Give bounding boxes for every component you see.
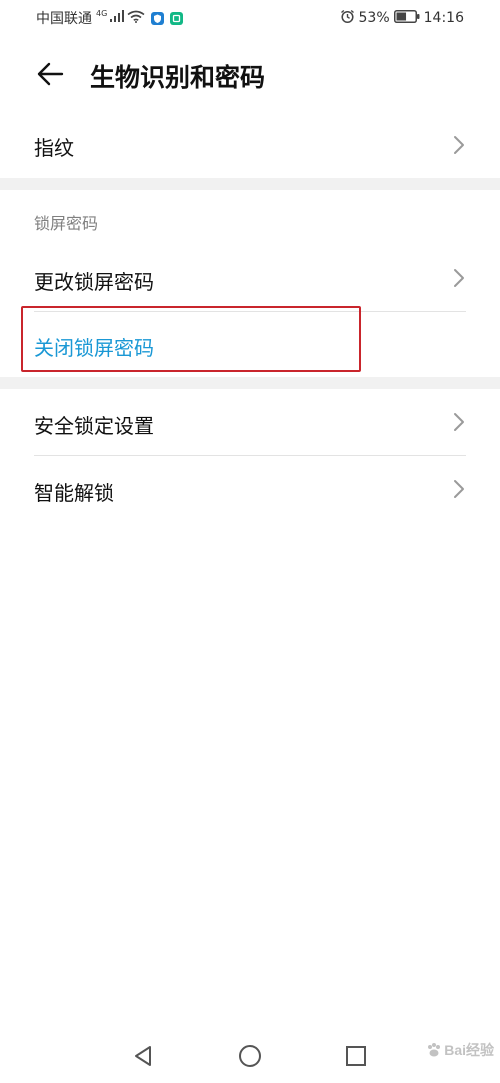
page-title: 生物识别和密码 [90,63,266,92]
shield-app-icon [151,11,165,25]
carrier-name: 中国联通 [36,11,92,27]
chevron-right-icon [454,269,464,287]
section-divider [0,377,500,389]
list-item-smart-unlock[interactable]: 智能解锁 [0,456,500,522]
battery-icon [393,9,420,27]
status-right: 53% 14:16 [340,8,464,28]
list-item-label: 更改锁屏密码 [34,270,154,294]
chevron-right-icon [454,136,464,154]
list-item-security-lock-settings[interactable]: 安全锁定设置 [0,389,500,455]
list-item-label: 指纹 [34,136,74,160]
watermark: Bai经验 [426,1040,494,1060]
app-header: 生物识别和密码 [0,44,500,104]
back-arrow-icon [37,62,64,86]
chevron-right-icon [454,480,464,498]
settings-screen: 中国联通 4G 53% 14:16 生物识别和密码 指纹 锁屏密码 更改锁屏密码… [0,0,500,1083]
app-badge-icon [170,11,184,25]
list-item-disable-lock-password[interactable]: 关闭锁屏密码 [0,312,500,377]
wifi-icon [127,10,145,27]
section-divider [0,178,500,190]
list-item-change-lock-password[interactable]: 更改锁屏密码 [0,245,500,311]
network-type: 4G [96,8,108,18]
baidu-paw-logo [428,1043,441,1057]
list-item-fingerprint[interactable]: 指纹 [0,112,500,178]
nav-back-icon [135,1046,151,1066]
nav-recents-icon [346,1046,366,1066]
status-left: 中国联通 4G [36,8,184,28]
alarm-icon [340,9,355,28]
section-header-lock-password: 锁屏密码 [34,214,99,233]
nav-home-button[interactable] [234,1040,266,1072]
back-button[interactable] [30,54,70,94]
navigation-bar [0,1030,500,1083]
signal-icon [110,10,125,26]
list-item-label: 智能解锁 [34,481,114,505]
nav-recents-button[interactable] [340,1040,372,1072]
nav-home-icon [239,1045,261,1067]
nav-back-button[interactable] [127,1040,159,1072]
battery-percent: 53% [358,10,390,26]
status-bar: 中国联通 4G 53% 14:16 [0,0,500,36]
list-item-label: 安全锁定设置 [34,414,154,438]
list-item-label: 关闭锁屏密码 [34,336,154,360]
chevron-right-icon [454,413,464,431]
clock: 14:16 [423,10,464,26]
watermark-text: Bai经验 [444,1042,494,1058]
